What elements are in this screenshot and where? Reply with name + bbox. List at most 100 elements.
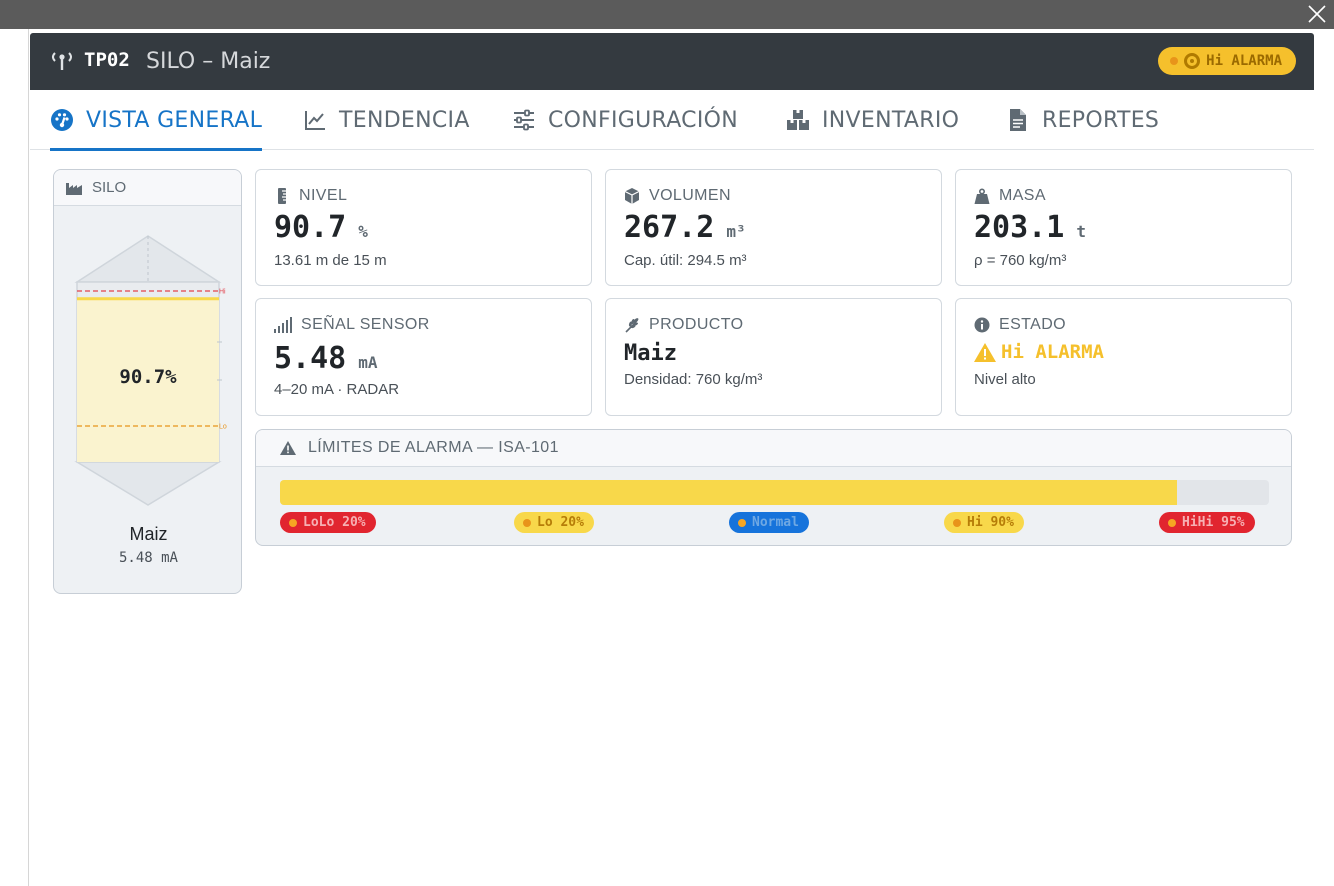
estado-label-text: ESTADO [999, 316, 1067, 333]
senal-number: 5.48 [274, 341, 347, 376]
pill-label: Normal [752, 515, 799, 530]
status-dot-icon [1170, 57, 1179, 65]
senal-value: 5.48 mA [274, 341, 378, 376]
lolo-limit-pill: LoLo 20% [280, 512, 376, 533]
cube-icon [624, 188, 640, 204]
alarm-limits-header: LÍMITES DE ALARMA — ISA-101 [256, 430, 1291, 467]
estado-value: Hi ALARMA [974, 341, 1104, 363]
pill-label: LoLo 20% [303, 515, 366, 530]
nivel-number: 90.7 [274, 210, 347, 245]
silo-signal-value: 5.48 mA [118, 550, 178, 566]
hihi-limit-pill: HiHi 95% [1159, 512, 1255, 533]
producto-subtext: Densidad: 760 kg/m³ [624, 371, 763, 388]
window-titlebar [0, 0, 1334, 29]
device-tag: TP02 [84, 49, 130, 71]
masa-card: MASA 203.1 t ρ = 760 kg/m³ [955, 169, 1292, 286]
tab-label: TENDENCIA [339, 107, 470, 133]
masa-label: MASA [974, 187, 1046, 205]
alarm-limits-card: LÍMITES DE ALARMA — ISA-101 LoLo 20% Lo … [255, 429, 1292, 546]
silo-diagram: Hi Lo 90.7% [74, 235, 227, 506]
info-icon [974, 317, 990, 333]
volumen-label: VOLUMEN [624, 187, 731, 205]
silo-card-header: SILO [54, 170, 241, 206]
senal-label-text: SEÑAL SENSOR [301, 316, 430, 333]
normal-limit-pill: Normal [729, 512, 809, 533]
status-dot-icon [289, 518, 297, 527]
status-dot-icon [953, 518, 961, 527]
nivel-value: 90.7% [274, 210, 368, 245]
pill-label: Lo 20% [537, 515, 584, 530]
pill-label: HiHi 95% [1182, 515, 1245, 530]
tab-label: VISTA GENERAL [86, 107, 263, 133]
nivel-label: NIVEL [274, 187, 347, 205]
weight-icon [974, 188, 990, 204]
alarm-status-badge: Hi ALARMA [1158, 47, 1296, 75]
lo-limit-pill: Lo 20% [514, 512, 594, 533]
senal-label: SEÑAL SENSOR [274, 316, 430, 334]
tab-tendencia[interactable]: TENDENCIA [303, 90, 470, 150]
estado-card: ESTADO Hi ALARMA Nivel alto [955, 298, 1292, 416]
alarm-indicator-icon [1184, 53, 1201, 69]
silo-lo-marker: Lo [219, 424, 227, 431]
producto-label-text: PRODUCTO [649, 316, 744, 333]
boxes-icon [787, 110, 809, 130]
tab-bar: VISTA GENERAL TENDENCIA CONFIGURACIÓN IN… [30, 90, 1314, 151]
producto-label: PRODUCTO [624, 316, 743, 334]
signal-bars-icon [274, 317, 292, 333]
ruler-icon [278, 188, 286, 204]
alarm-limits-title: LÍMITES DE ALARMA — ISA-101 [308, 439, 559, 456]
alarm-badge-label: Hi ALARMA [1206, 53, 1282, 69]
producto-value: Maiz [624, 341, 677, 366]
close-icon[interactable] [1306, 3, 1328, 25]
silo-product-surface [77, 297, 219, 301]
tab-reportes[interactable]: REPORTES [1006, 90, 1159, 150]
tab-configuracion[interactable]: CONFIGURACIÓN [512, 90, 738, 150]
tab-label: REPORTES [1042, 107, 1160, 133]
senal-unit: mA [358, 353, 378, 372]
window-border [28, 29, 29, 886]
volumen-subtext: Cap. útil: 294.5 m³ [624, 252, 747, 269]
level-progress-bar [280, 480, 1269, 505]
silo-card-title: SILO [92, 179, 127, 196]
nivel-unit: % [358, 222, 368, 241]
tab-label: INVENTARIO [822, 107, 960, 133]
estado-label: ESTADO [974, 316, 1066, 334]
warning-icon [280, 441, 296, 455]
modal-header: TP02 SILO – Maiz Hi ALARMA [30, 33, 1314, 90]
modal-title: SILO – Maiz [146, 49, 271, 74]
senal-subtext: 4–20 mA · RADAR [274, 381, 400, 398]
pill-label: Hi 90% [967, 515, 1014, 530]
tab-inventario[interactable]: INVENTARIO [786, 90, 959, 150]
silo-hi-marker: Hi [219, 289, 226, 296]
masa-unit: t [1076, 222, 1086, 241]
antenna-icon [52, 52, 72, 70]
silo-product-name: Maiz [129, 524, 168, 544]
factory-icon [66, 182, 82, 195]
estado-subtext: Nivel alto [974, 371, 1036, 388]
volumen-number: 267.2 [624, 210, 715, 245]
producto-card: PRODUCTO Maiz Densidad: 760 kg/m³ [605, 298, 942, 416]
nivel-subtext: 13.61 m de 15 m [274, 252, 387, 269]
masa-value: 203.1 t [974, 210, 1086, 245]
status-dot-icon [523, 518, 531, 527]
line-chart-icon [305, 111, 325, 130]
level-progress-fill [280, 480, 1178, 505]
masa-subtext: ρ = 760 kg/m³ [974, 252, 1067, 269]
tab-label: CONFIGURACIÓN [548, 107, 739, 133]
masa-label-text: MASA [999, 187, 1046, 204]
status-dot-icon [1168, 518, 1176, 527]
volumen-card: VOLUMEN 267.2 m³ Cap. útil: 294.5 m³ [605, 169, 942, 286]
wheat-icon [625, 318, 639, 333]
volumen-value: 267.2 m³ [624, 210, 746, 245]
document-icon [1010, 109, 1026, 131]
status-dot-icon [738, 518, 746, 527]
sliders-icon [514, 109, 534, 131]
senal-card: SEÑAL SENSOR 5.48 mA 4–20 mA · RADAR [255, 298, 592, 416]
warning-icon [974, 342, 996, 362]
volumen-label-text: VOLUMEN [649, 187, 731, 204]
volumen-unit: m³ [726, 222, 746, 241]
dashboard-icon [51, 109, 73, 131]
tab-vista-general[interactable]: VISTA GENERAL [50, 90, 263, 151]
masa-number: 203.1 [974, 210, 1065, 245]
estado-text: Hi ALARMA [1001, 341, 1104, 363]
